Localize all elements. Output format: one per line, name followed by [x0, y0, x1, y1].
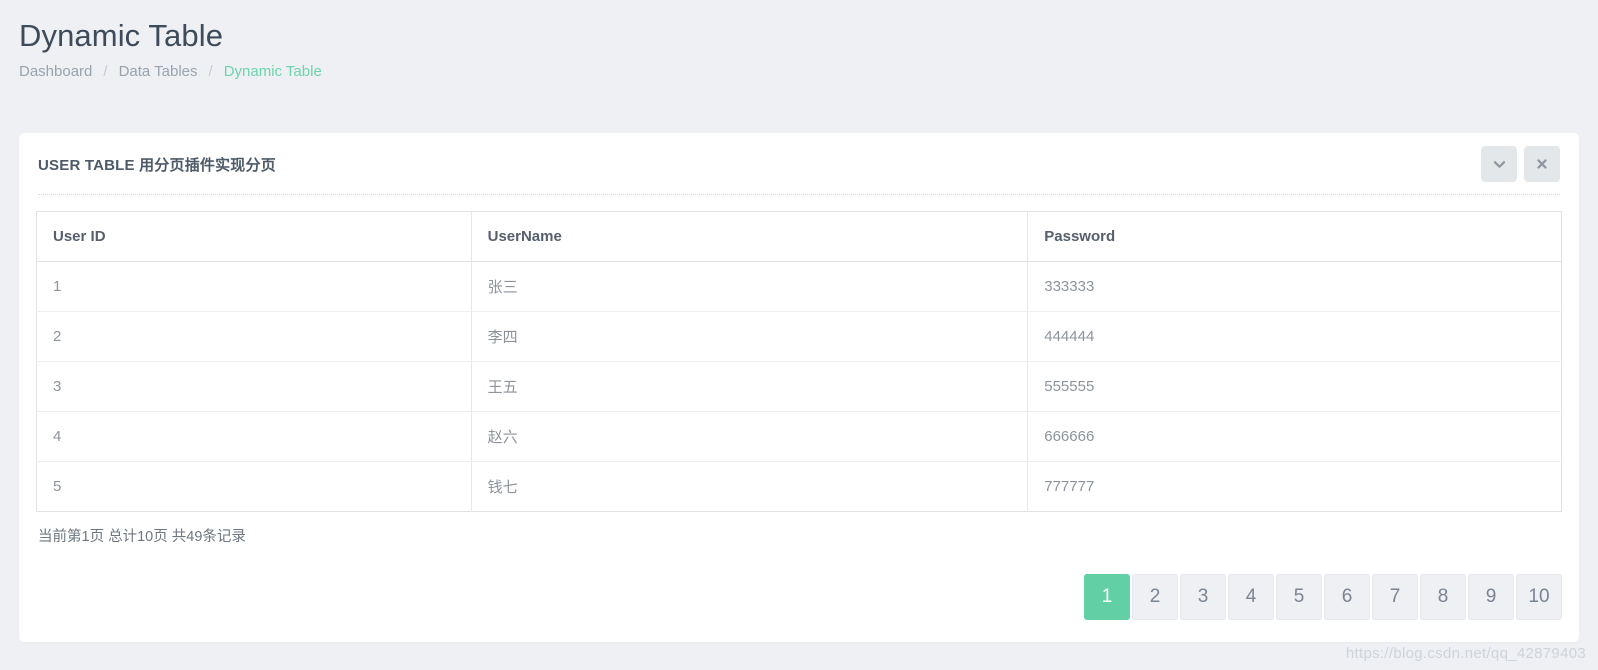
cell-user-id: 3 [36, 361, 472, 412]
page-button-1[interactable]: 1 [1084, 574, 1130, 620]
page-button-9[interactable]: 9 [1468, 574, 1514, 620]
cell-username: 李四 [471, 311, 1029, 362]
user-table: User ID UserName Password 1 张三 333333 2 … [36, 211, 1562, 512]
column-header-user-id: User ID [36, 211, 472, 262]
pagination-info: 当前第1页 总计10页 共49条记录 [38, 529, 246, 545]
cell-user-id: 5 [36, 461, 472, 512]
cell-user-id: 2 [36, 311, 472, 362]
column-header-password: Password [1027, 211, 1562, 262]
cell-password: 777777 [1044, 478, 1095, 495]
breadcrumb-separator: / [208, 62, 213, 80]
card-header: USER TABLE 用分页插件实现分页 [19, 133, 1579, 195]
column-header-username: UserName [471, 211, 1029, 262]
cell-password: 444444 [1027, 311, 1562, 362]
breadcrumb-item-dynamic-table: Dynamic Table [223, 62, 322, 80]
cell-password: 666666 [1027, 411, 1562, 462]
cell-username: 王五 [471, 361, 1029, 412]
table-row[interactable]: 2 李四 444444 [36, 311, 1562, 362]
page-button-5[interactable]: 5 [1276, 574, 1322, 620]
page-title: Dynamic Table [19, 18, 224, 53]
breadcrumb: Dashboard / Data Tables / Dynamic Table [19, 63, 1598, 80]
table-body: 1 张三 333333 2 李四 444444 3 王五 555555 4 赵六 [36, 261, 1562, 512]
page-button-8[interactable]: 8 [1420, 574, 1466, 620]
cell-password: 333333 [1027, 261, 1562, 312]
cell-username: 赵六 [471, 411, 1029, 462]
cell-username: 张三 [471, 261, 1029, 312]
page-button-3[interactable]: 3 [1180, 574, 1226, 620]
collapse-button[interactable] [1481, 146, 1517, 182]
pagination: 1 2 3 4 5 6 7 8 9 10 [1084, 574, 1562, 620]
pagination-bar: 1 2 3 4 5 6 7 8 9 10 [19, 546, 1579, 642]
breadcrumb-separator: / [103, 62, 108, 80]
table-row[interactable]: 4 赵六 666666 [36, 411, 1562, 462]
cell-user-id: 4 [36, 411, 472, 462]
table-row[interactable]: 3 王五 555555 [36, 361, 1562, 412]
close-icon [1535, 157, 1549, 171]
page-button-4[interactable]: 4 [1228, 574, 1274, 620]
page-button-10[interactable]: 10 [1516, 574, 1562, 620]
cell-password: 555555 [1027, 361, 1562, 412]
page-header: Dynamic Table Dashboard / Data Tables / … [0, 0, 1598, 80]
table-row[interactable]: 5 钱七 777777 [36, 461, 1562, 512]
page-button-7[interactable]: 7 [1372, 574, 1418, 620]
breadcrumb-item-data-tables[interactable]: Data Tables [119, 63, 198, 80]
cell-username: 钱七 [471, 461, 1029, 512]
card-title: USER TABLE 用分页插件实现分页 [38, 156, 276, 174]
user-table-card: USER TABLE 用分页插件实现分页 User ID UserName Pa… [19, 133, 1579, 642]
page-button-6[interactable]: 6 [1324, 574, 1370, 620]
cell-user-id: 1 [36, 261, 472, 312]
table-head: User ID UserName Password [36, 211, 1562, 262]
table-header-row: User ID UserName Password [36, 211, 1562, 262]
card-actions [1481, 146, 1560, 182]
breadcrumb-item-dashboard[interactable]: Dashboard [19, 63, 92, 80]
close-button[interactable] [1524, 146, 1560, 182]
page-button-2[interactable]: 2 [1132, 574, 1178, 620]
table-container: User ID UserName Password 1 张三 333333 2 … [19, 195, 1579, 512]
table-row[interactable]: 1 张三 333333 [36, 261, 1562, 312]
chevron-down-icon [1492, 157, 1507, 172]
watermark: https://blog.csdn.net/qq_42879403 [1345, 645, 1586, 662]
